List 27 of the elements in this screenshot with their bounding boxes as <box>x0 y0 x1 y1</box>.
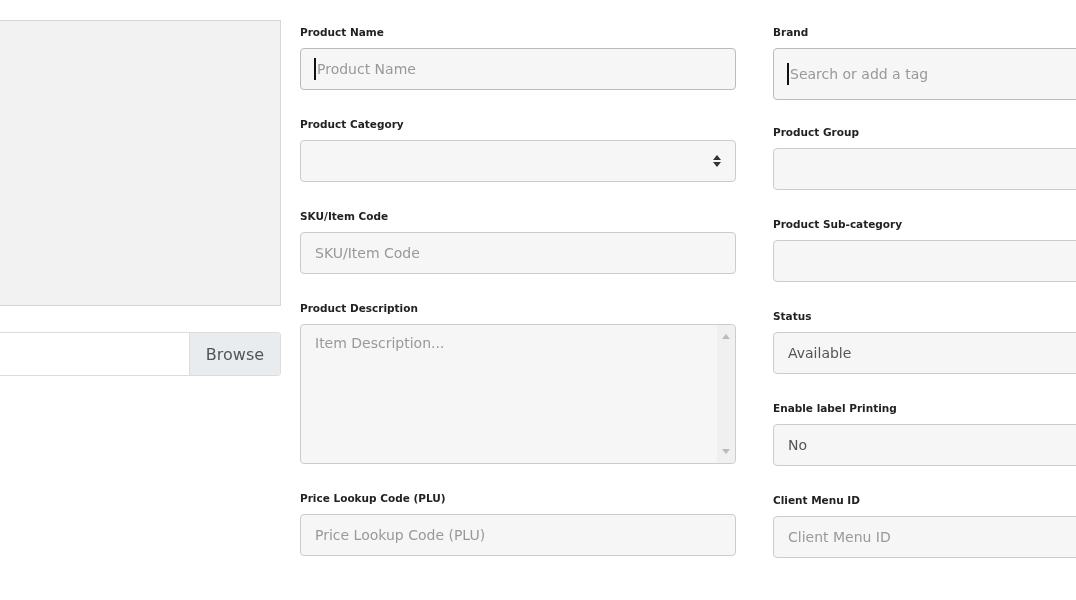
tag-input-field[interactable]: Search or add a tag <box>773 48 1076 100</box>
field-label: Product Category <box>300 118 405 131</box>
field-label: Status <box>773 310 813 323</box>
field-label: Client Menu ID <box>773 494 861 507</box>
input-field[interactable]: Available <box>773 332 1076 374</box>
dropdown-field[interactable] <box>300 140 736 182</box>
input-field[interactable] <box>773 148 1076 190</box>
field-label: Brand <box>773 26 810 39</box>
field-label: Product Group <box>773 126 860 139</box>
field-label: Product Description <box>300 302 419 315</box>
file-field[interactable]: Browse <box>0 332 281 376</box>
browse-button[interactable]: Browse <box>189 333 280 375</box>
sort-arrows-icon[interactable] <box>713 155 721 167</box>
scroll-down-icon[interactable] <box>722 449 730 454</box>
description-field[interactable]: Item Description... <box>300 324 736 464</box>
input-field[interactable]: Price Lookup Code (PLU) <box>300 514 736 556</box>
field-label: SKU/Item Code <box>300 210 390 223</box>
input-field[interactable]: No <box>773 424 1076 466</box>
input-field[interactable]: Product Name <box>300 48 736 90</box>
field-label: Price Lookup Code (PLU) <box>300 492 447 505</box>
field-label: Product Sub-category <box>773 218 904 231</box>
input-field[interactable]: Client Menu ID <box>773 516 1076 558</box>
input-field[interactable]: SKU/Item Code <box>300 232 736 274</box>
field-label: Enable label Printing <box>773 402 898 415</box>
field-label: Product Name <box>300 26 385 39</box>
input-field[interactable] <box>773 240 1076 282</box>
scroll-up-icon[interactable] <box>722 334 730 339</box>
